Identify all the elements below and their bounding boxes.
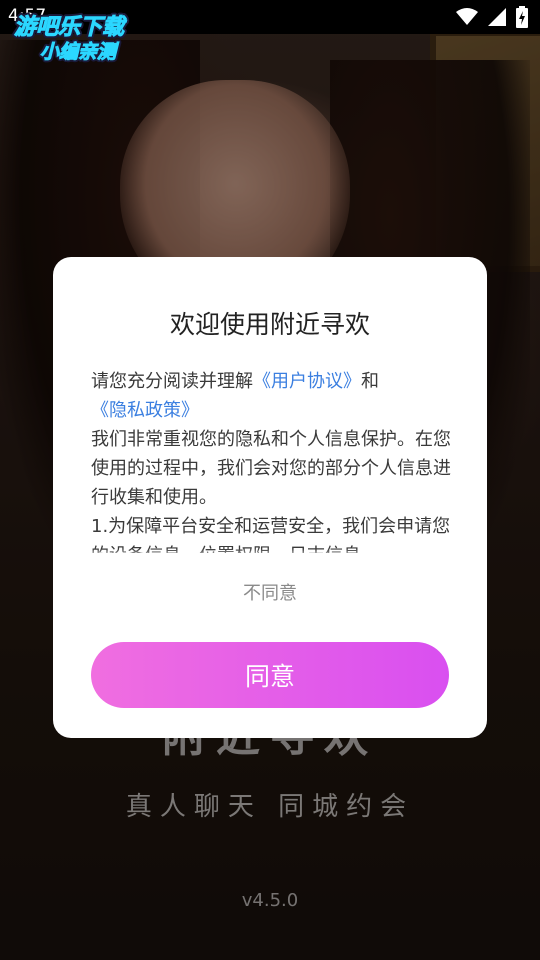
svg-text:小编亲测: 小编亲测 [40,41,120,63]
watermark-logo: 游吧乐下载 游吧乐下载 小编亲测 小编亲测 [10,8,160,66]
battery-charging-icon [516,6,528,28]
disagree-button[interactable]: 不同意 [53,579,487,605]
dialog-body-scroll[interactable]: 请您充分阅读并理解《用户协议》和 《隐私政策》 我们非常重视您的隐私和个人信息保护… [91,367,451,553]
wifi-icon [456,8,478,26]
splash-slogan: 真人聊天 同城约会 [125,792,415,822]
dialog-title: 欢迎使用附近寻欢 [169,310,370,339]
privacy-paragraph-item-1: 1.为保障平台安全和运营安全，我们会申请您的设备信息、位置权限、日志信息 [91,516,451,553]
privacy-paragraph: 我们非常重视您的隐私和个人信息保护。在您使用的过程中，我们会对您的部分个人信息进… [91,429,451,508]
agree-button[interactable]: 同意 [91,642,449,708]
user-agreement-link[interactable]: 《用户协议》 [253,371,361,392]
signal-icon [488,8,506,26]
privacy-dialog: 欢迎使用附近寻欢 请您充分阅读并理解《用户协议》和 《隐私政策》 我们非常重视您的… [53,257,487,738]
svg-text:游吧乐下载: 游吧乐下载 [14,15,127,40]
privacy-policy-link[interactable]: 《隐私政策》 [91,400,199,421]
intro-line: 请您充分阅读并理解《用户协议》和 《隐私政策》 [91,371,379,421]
app-version: v4.5.0 [241,890,299,911]
